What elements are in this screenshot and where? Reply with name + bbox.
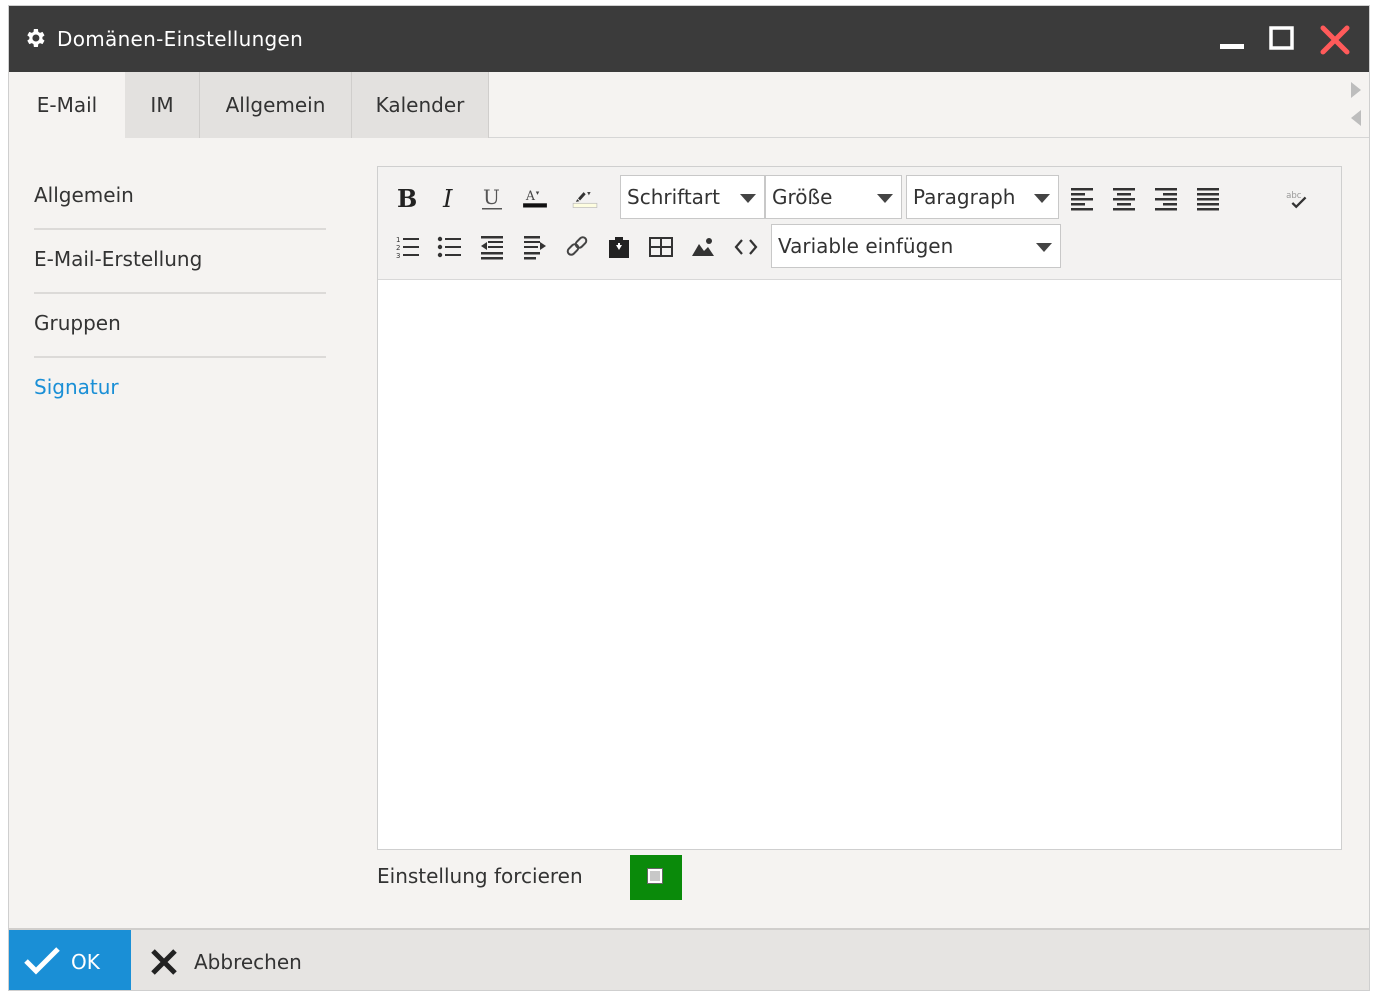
force-setting-label: Einstellung forcieren [377, 864, 583, 888]
side-item-signatur[interactable]: Signatur [34, 358, 326, 422]
tab-scroll-right-button[interactable] [1349, 80, 1363, 100]
svg-text:B: B [397, 184, 417, 213]
spellcheck-button[interactable]: abc [1283, 184, 1319, 214]
chevron-down-icon [1034, 194, 1050, 203]
bold-icon: B [397, 184, 417, 213]
link-icon [566, 236, 588, 256]
tab-kalender[interactable]: Kalender [352, 72, 489, 138]
font-color-button[interactable]: A ▾ [521, 182, 561, 212]
bold-button[interactable]: B [394, 184, 422, 214]
ordered-list-button[interactable]: 123 [394, 232, 422, 262]
force-setting-checkbox[interactable] [630, 855, 682, 900]
image-icon [692, 238, 714, 256]
spellcheck-icon: abc [1286, 191, 1307, 209]
maximize-button[interactable] [1267, 24, 1297, 54]
chevron-down-icon [740, 194, 756, 203]
chevron-down-icon [1036, 243, 1052, 252]
align-justify-icon [1197, 188, 1219, 211]
align-right-icon [1155, 188, 1177, 211]
ok-button[interactable]: OK [9, 930, 131, 990]
checkmark-icon [24, 947, 60, 975]
cancel-button[interactable]: Abbrechen [131, 930, 351, 990]
tab-email[interactable]: E-Mail [9, 72, 125, 139]
close-button[interactable] [1319, 24, 1350, 55]
tab-bar: E-Mail IM Allgemein Kalender [9, 72, 1369, 139]
svg-text:U: U [483, 185, 500, 209]
align-center-icon [1113, 188, 1135, 211]
align-left-button[interactable] [1068, 183, 1096, 213]
paste-icon [609, 237, 629, 258]
close-icon [1320, 25, 1350, 55]
svg-text:▾: ▾ [536, 189, 540, 197]
paste-button[interactable] [605, 232, 633, 262]
ok-label: OK [71, 950, 100, 974]
variable-insert-select[interactable]: Variable einfügen [771, 224, 1061, 268]
paragraph-format-select[interactable]: Paragraph [906, 175, 1059, 219]
signature-editor: B I U A ▾ ▾ Schriftart Größe Paragraph a… [377, 166, 1342, 850]
cancel-label: Abbrechen [194, 950, 302, 974]
align-center-button[interactable] [1110, 183, 1138, 213]
svg-text:1: 1 [396, 236, 400, 244]
source-code-icon [734, 239, 758, 255]
align-left-icon [1071, 188, 1093, 211]
title-bar[interactable]: Domänen-Einstellungen [9, 6, 1369, 72]
close-icon [151, 949, 177, 975]
minimize-button[interactable] [1217, 24, 1247, 54]
align-justify-button[interactable] [1194, 183, 1222, 213]
image-button[interactable] [689, 232, 717, 262]
svg-text:A: A [525, 188, 536, 203]
link-button[interactable] [563, 232, 591, 262]
source-code-button[interactable] [732, 232, 760, 262]
side-menu: Allgemein E-Mail-Erstellung Gruppen Sign… [34, 166, 326, 422]
outdent-button[interactable] [478, 232, 506, 262]
gear-icon [27, 29, 45, 47]
editor-content[interactable] [378, 280, 1341, 849]
chevron-right-icon [1351, 82, 1361, 98]
unordered-list-icon [437, 236, 461, 258]
minimize-icon [1220, 44, 1244, 49]
settings-dialog: Domänen-Einstellungen E-Mail IM Allgemei… [8, 5, 1370, 991]
tab-scroll-left-button[interactable] [1349, 108, 1363, 128]
indent-button[interactable] [521, 232, 549, 262]
ordered-list-icon: 123 [396, 236, 419, 260]
checkbox-icon [647, 868, 663, 884]
table-button[interactable] [647, 232, 675, 262]
tab-allgemein[interactable]: Allgemein [200, 72, 352, 138]
chevron-down-icon [877, 194, 893, 203]
font-size-select[interactable]: Größe [765, 175, 902, 219]
side-item-allgemein[interactable]: Allgemein [34, 166, 326, 230]
italic-icon: I [442, 185, 453, 213]
dialog-footer: OK Abbrechen [9, 928, 1369, 990]
tab-im[interactable]: IM [125, 72, 200, 138]
underline-button[interactable]: U [478, 184, 506, 214]
highlight-color-button[interactable]: ▾ [571, 182, 611, 212]
highlight-color-icon: ▾ [572, 190, 598, 208]
window-title: Domänen-Einstellungen [57, 27, 304, 51]
svg-text:abc: abc [1286, 191, 1302, 201]
unordered-list-button[interactable] [436, 232, 464, 262]
svg-text:2: 2 [396, 244, 400, 252]
svg-text:I: I [442, 185, 453, 213]
svg-text:▾: ▾ [587, 190, 591, 198]
side-item-email-erstellung[interactable]: E-Mail-Erstellung [34, 230, 326, 294]
maximize-icon [1269, 26, 1294, 50]
indent-icon [524, 236, 546, 260]
side-item-gruppen[interactable]: Gruppen [34, 294, 326, 358]
font-family-select[interactable]: Schriftart [620, 175, 765, 219]
font-color-icon: A ▾ [523, 188, 547, 208]
align-right-button[interactable] [1152, 183, 1180, 213]
table-icon [649, 237, 673, 257]
chevron-left-icon [1351, 110, 1361, 126]
underline-icon: U [482, 185, 502, 210]
svg-text:3: 3 [396, 252, 400, 260]
outdent-icon [481, 236, 503, 260]
italic-button[interactable]: I [436, 184, 464, 214]
editor-toolbar: B I U A ▾ ▾ Schriftart Größe Paragraph a… [378, 167, 1341, 280]
